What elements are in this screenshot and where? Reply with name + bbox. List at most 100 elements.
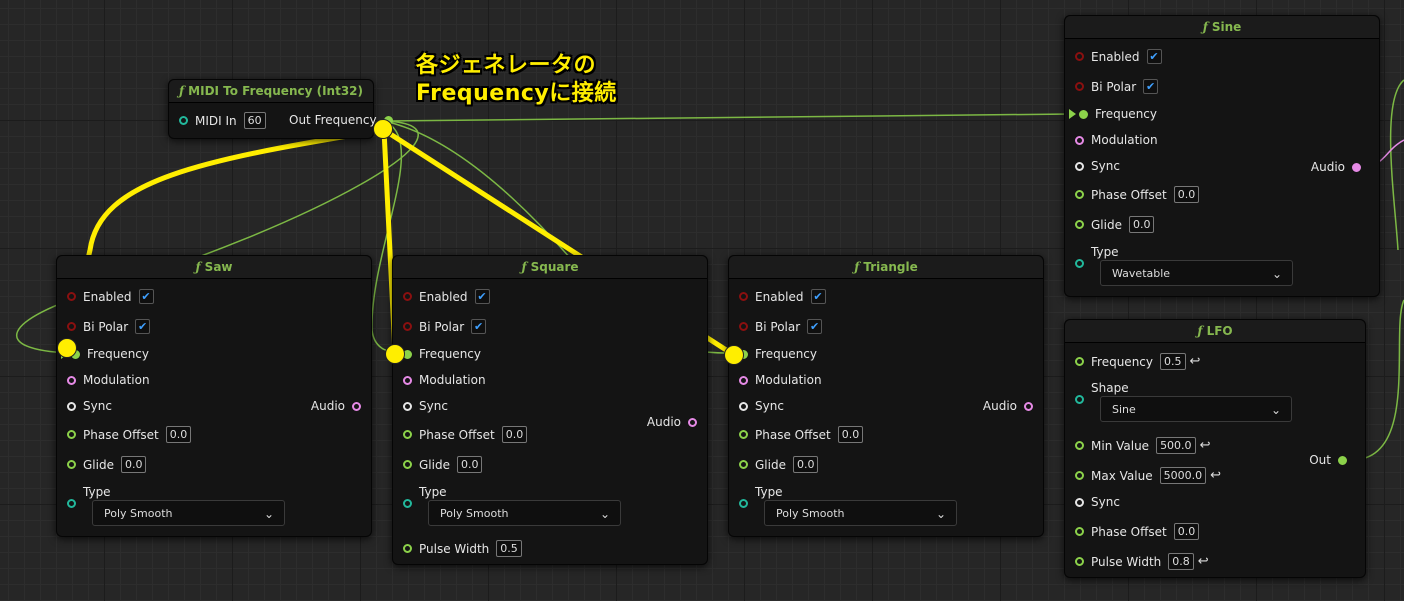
- saw-node[interactable]: ƒ Saw Enabled ✔ Bi Polar ✔ Frequency Modula…: [56, 255, 372, 537]
- pin-circle-icon[interactable]: [403, 375, 412, 385]
- pin-circle-icon[interactable]: [67, 460, 76, 469]
- pin-circle-icon[interactable]: [1075, 527, 1084, 536]
- pin-circle-icon[interactable]: [1338, 455, 1347, 465]
- checkbox-check-icon[interactable]: ✔: [474, 289, 490, 304]
- pin-modulation[interactable]: Modulation: [403, 373, 486, 387]
- pin-circle-icon[interactable]: [67, 322, 76, 331]
- pin-circle-icon[interactable]: [739, 430, 748, 439]
- checkbox-check-icon[interactable]: ✔: [471, 319, 487, 334]
- pin-sync[interactable]: Sync: [67, 399, 112, 413]
- type-dropdown[interactable]: Poly Smooth ⌄: [92, 500, 285, 526]
- min-value-field[interactable]: 500.0: [1156, 437, 1196, 454]
- pin-bipolar[interactable]: Bi Polar ✔: [403, 319, 487, 334]
- pin-circle-icon[interactable]: [403, 292, 412, 301]
- pin-pulse-width[interactable]: Pulse Width 0.8 ↩: [1075, 553, 1209, 570]
- pin-circle-icon[interactable]: [67, 499, 76, 508]
- pin-bipolar[interactable]: Bi Polar ✔: [67, 319, 151, 334]
- pin-min-value[interactable]: Min Value 500.0 ↩: [1075, 437, 1210, 454]
- pin-circle-icon[interactable]: [1075, 441, 1084, 450]
- pulse-width-field[interactable]: 0.5: [496, 540, 522, 557]
- checkbox-check-icon[interactable]: ✔: [1146, 49, 1162, 64]
- pin-circle-icon[interactable]: [403, 499, 412, 508]
- pin-circle-icon[interactable]: [403, 430, 412, 439]
- pin-midi-in[interactable]: MIDI In 60: [179, 112, 266, 129]
- pin-circle-icon[interactable]: [352, 401, 361, 411]
- pin-phase-offset[interactable]: Phase Offset 0.0: [1075, 523, 1200, 540]
- pin-circle-icon[interactable]: [403, 544, 412, 553]
- phase-offset-field[interactable]: 0.0: [1173, 186, 1200, 203]
- pin-phase-offset[interactable]: Phase Offset 0.0: [1075, 186, 1200, 203]
- square-node[interactable]: ƒ Square Enabled ✔ Bi Polar ✔ Frequency Mod…: [392, 255, 708, 565]
- pin-circle-icon[interactable]: [1075, 557, 1084, 566]
- pin-glide[interactable]: Glide 0.0: [739, 456, 819, 473]
- pin-enabled[interactable]: Enabled ✔: [67, 289, 154, 304]
- pin-modulation[interactable]: Modulation: [67, 373, 150, 387]
- checkbox-check-icon[interactable]: ✔: [810, 289, 826, 304]
- pin-phase-offset[interactable]: Phase Offset 0.0: [403, 426, 528, 443]
- pin-circle-icon[interactable]: [688, 417, 697, 427]
- pin-circle-icon[interactable]: [403, 401, 412, 411]
- phase-offset-field[interactable]: 0.0: [1173, 523, 1200, 540]
- pin-circle-icon[interactable]: [739, 499, 748, 508]
- pin-circle-icon[interactable]: [1075, 471, 1084, 480]
- pin-sync[interactable]: Sync: [739, 399, 784, 413]
- pin-modulation[interactable]: Modulation: [1075, 133, 1158, 147]
- pin-frequency[interactable]: Frequency: [739, 347, 817, 361]
- pulse-width-field[interactable]: 0.8: [1168, 553, 1194, 570]
- frequency-field[interactable]: 0.5: [1160, 353, 1186, 370]
- pin-circle-icon[interactable]: [1075, 357, 1084, 366]
- pin-audio[interactable]: Audio: [983, 399, 1033, 413]
- pin-circle-icon[interactable]: [1075, 220, 1084, 229]
- pin-audio[interactable]: Audio: [311, 399, 361, 413]
- pin-circle-icon[interactable]: [1024, 401, 1033, 411]
- glide-field[interactable]: 0.0: [792, 456, 819, 473]
- pin-circle-icon[interactable]: [1075, 259, 1084, 268]
- pin-circle-icon[interactable]: [1075, 190, 1084, 199]
- pin-circle-icon[interactable]: [739, 401, 748, 411]
- pin-circle-icon[interactable]: [67, 401, 76, 411]
- pin-circle-icon[interactable]: [1075, 395, 1084, 404]
- pin-audio[interactable]: Audio: [647, 415, 697, 429]
- pin-modulation[interactable]: Modulation: [739, 373, 822, 387]
- pin-circle-icon[interactable]: [739, 322, 748, 331]
- type-dropdown[interactable]: Poly Smooth ⌄: [764, 500, 957, 526]
- max-value-field[interactable]: 5000.0: [1159, 467, 1207, 484]
- pin-bipolar[interactable]: Bi Polar ✔: [1075, 79, 1159, 94]
- pin-glide[interactable]: Glide 0.0: [403, 456, 483, 473]
- pin-sync[interactable]: Sync: [403, 399, 448, 413]
- pin-circle-icon[interactable]: [739, 460, 748, 469]
- phase-offset-field[interactable]: 0.0: [837, 426, 864, 443]
- pin-circle-icon[interactable]: [1075, 82, 1084, 91]
- midi-to-frequency-node[interactable]: ƒ MIDI To Frequency (Int32) MIDI In 60 Ou…: [168, 79, 393, 139]
- pin-frequency[interactable]: Frequency: [1069, 107, 1157, 121]
- pin-circle-icon[interactable]: [403, 460, 412, 469]
- pin-phase-offset[interactable]: Phase Offset 0.0: [67, 426, 192, 443]
- reset-arrow-icon[interactable]: ↩: [1210, 468, 1221, 483]
- pin-frequency[interactable]: Frequency: [403, 347, 481, 361]
- pin-circle-icon[interactable]: [739, 292, 748, 301]
- pin-circle-icon[interactable]: [67, 375, 76, 385]
- pin-circle-icon[interactable]: [403, 322, 412, 331]
- reset-arrow-icon[interactable]: ↩: [1190, 354, 1201, 369]
- type-dropdown[interactable]: Wavetable ⌄: [1100, 260, 1293, 286]
- pin-out[interactable]: Out: [1309, 453, 1347, 467]
- triangle-node[interactable]: ƒ Triangle Enabled ✔ Bi Polar ✔ Frequency M…: [728, 255, 1044, 537]
- pin-circle-icon[interactable]: [67, 292, 76, 301]
- pin-circle-icon[interactable]: [1352, 162, 1361, 172]
- pin-enabled[interactable]: Enabled ✔: [403, 289, 490, 304]
- pin-sync[interactable]: Sync: [1075, 495, 1120, 509]
- lfo-node[interactable]: ƒ LFO Frequency 0.5 ↩ Shape Sine ⌄ Min Value…: [1064, 319, 1366, 578]
- phase-offset-field[interactable]: 0.0: [165, 426, 192, 443]
- pin-enabled[interactable]: Enabled ✔: [1075, 49, 1162, 64]
- pin-sync[interactable]: Sync: [1075, 159, 1120, 173]
- pin-max-value[interactable]: Max Value 5000.0 ↩: [1075, 467, 1221, 484]
- checkbox-check-icon[interactable]: ✔: [807, 319, 823, 334]
- pin-circle-icon[interactable]: [1075, 52, 1084, 61]
- glide-field[interactable]: 0.0: [456, 456, 483, 473]
- pin-frequency[interactable]: Frequency 0.5 ↩: [1075, 353, 1200, 370]
- pin-circle-icon[interactable]: [1075, 497, 1084, 507]
- pin-circle-icon[interactable]: [1075, 161, 1084, 171]
- checkbox-check-icon[interactable]: ✔: [1143, 79, 1159, 94]
- checkbox-check-icon[interactable]: ✔: [135, 319, 151, 334]
- pin-circle-icon[interactable]: [1075, 135, 1084, 145]
